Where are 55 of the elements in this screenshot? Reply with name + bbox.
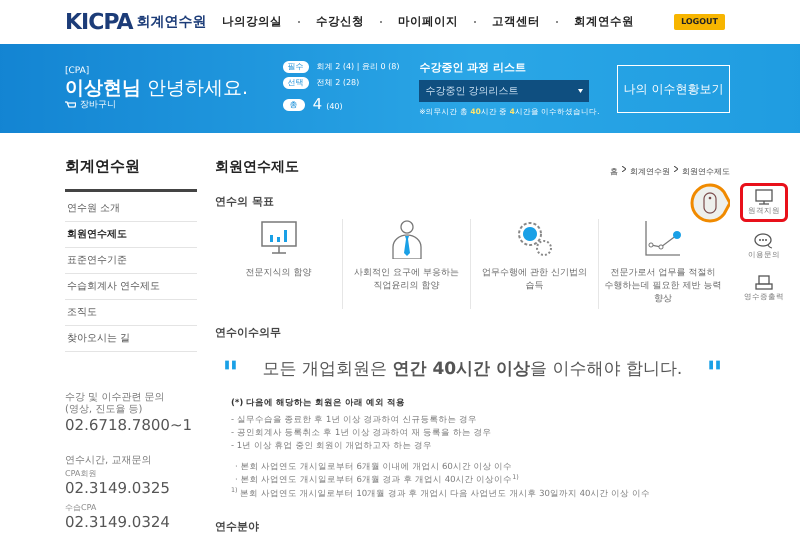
section-title: 연수분야 [215, 518, 260, 535]
requirement-item: · 본회 사업연도 개시일로부터 6개월 경과 후 개업시 40시간 이상이수$^{1)}$ [234, 474, 520, 487]
member-type: [CPA] [65, 64, 90, 78]
stat-value: 회계 2 (4) | 윤리 0 (8) [316, 61, 400, 74]
sidebar-item[interactable]: 조직도 [65, 300, 197, 326]
section-title: 연수이수의무 [215, 324, 282, 340]
course-select[interactable]: 수강중인 강의리스트 [419, 80, 590, 102]
breadcrumb-link[interactable]: 홈 [610, 166, 618, 178]
goal-text: 전문지식의 함양 [246, 266, 312, 280]
goal-text: 업무수행에 관한 신기법의 습득 [482, 266, 587, 293]
contact-label: 수강 및 이수관련 문의 (영상, 진도율 등) [65, 392, 166, 416]
sidebar-item[interactable]: 수습회계사 연수제도 [65, 274, 197, 300]
logout-button[interactable]: LOGOUT [674, 14, 725, 30]
phone-number: 02.6718.7800~1 [65, 416, 194, 433]
breadcrumb-link[interactable]: 회원연수제도 [682, 166, 730, 178]
nav-link[interactable]: 수강신청 [316, 13, 364, 31]
contact-label: 연수시간, 교재문의 [65, 455, 152, 468]
exception-title: (*) 다음에 해당하는 회원은 아래 예외 적용 [231, 397, 406, 410]
quote-mark: " [222, 357, 239, 389]
sidebar-item[interactable]: 찾아오시는 길 [65, 326, 197, 352]
exception-item: - 실무수습을 종료한 후 1년 이상 경과하여 신규등록하는 경우 [231, 414, 478, 427]
nav-link[interactable]: 마이페이지 [398, 13, 458, 31]
nav-link[interactable]: 회계연수원 [574, 13, 634, 31]
sidebar-title: 회계연수원 [65, 133, 197, 192]
goal-text: 사회적인 요구에 부응하는 직업윤리의 함양 [354, 266, 459, 293]
quote-mark: " [706, 357, 723, 389]
logo-mark[interactable]: KICPA [65, 6, 133, 38]
logo-text: 회계연수원 [136, 12, 207, 32]
nav-link[interactable]: 나의강의실 [222, 13, 282, 31]
exception-item: - 공인회계사 등록취소 후 1년 이상 경과하여 재 등록을 하는 경우 [231, 426, 492, 440]
goal-text: 전문가로서 업무를 적절히 수행하는데 필요한 제반 능력 향상 [604, 266, 722, 306]
contact-sublabel: CPA회원 [65, 468, 98, 480]
stat-label: 필수 [282, 61, 309, 74]
total-hours: 4 [312, 94, 322, 116]
stat-label: 총 [282, 98, 305, 110]
stat-value: 전체 2 (28) [316, 77, 360, 90]
greeting: 이상현님 안녕하세요. [65, 78, 250, 99]
breadcrumb-link[interactable]: 회계연수원 [630, 166, 670, 178]
contact-sublabel: 수습CPA [65, 502, 98, 514]
cart-link[interactable]: 장바구니 [80, 98, 116, 112]
footnote: $^{1)}$ 본회 사업연도 개시일로부터 10개월 경과 후 개업시 다음 사업년도 개시후 30일까지 40시간 이상 이수 [231, 488, 651, 501]
sidebar-item[interactable]: 표준연수기준 [65, 248, 197, 274]
page-title: 회원연수제도 [215, 158, 299, 177]
stat-label: 선택 [282, 77, 309, 90]
sidebar-item[interactable]: 회원연수제도 [65, 222, 197, 248]
quote-text: 모든 개업회원은 연간 40시간 이상을 이수해야 합니다. [262, 358, 682, 381]
exception-item: - 1년 이상 휴업 중인 회원이 개업하고자 하는 경우 [231, 440, 434, 454]
requirement-item: · 본회 사업연도 개시일로부터 6개월 이내에 개업시 60시간 이상 이수 [234, 461, 513, 474]
phone-number: 02.3149.0324 [65, 514, 171, 530]
sidebar-item[interactable]: 연수원 소개 [65, 196, 197, 222]
total-required: (40) [326, 101, 343, 114]
section-title: 연수의 목표 [215, 194, 275, 210]
phone-number: 02.3149.0325 [65, 480, 171, 496]
course-list-title: 수강중인 과정 리스트 [419, 60, 527, 76]
nav-link[interactable]: 고객센터 [492, 13, 540, 31]
